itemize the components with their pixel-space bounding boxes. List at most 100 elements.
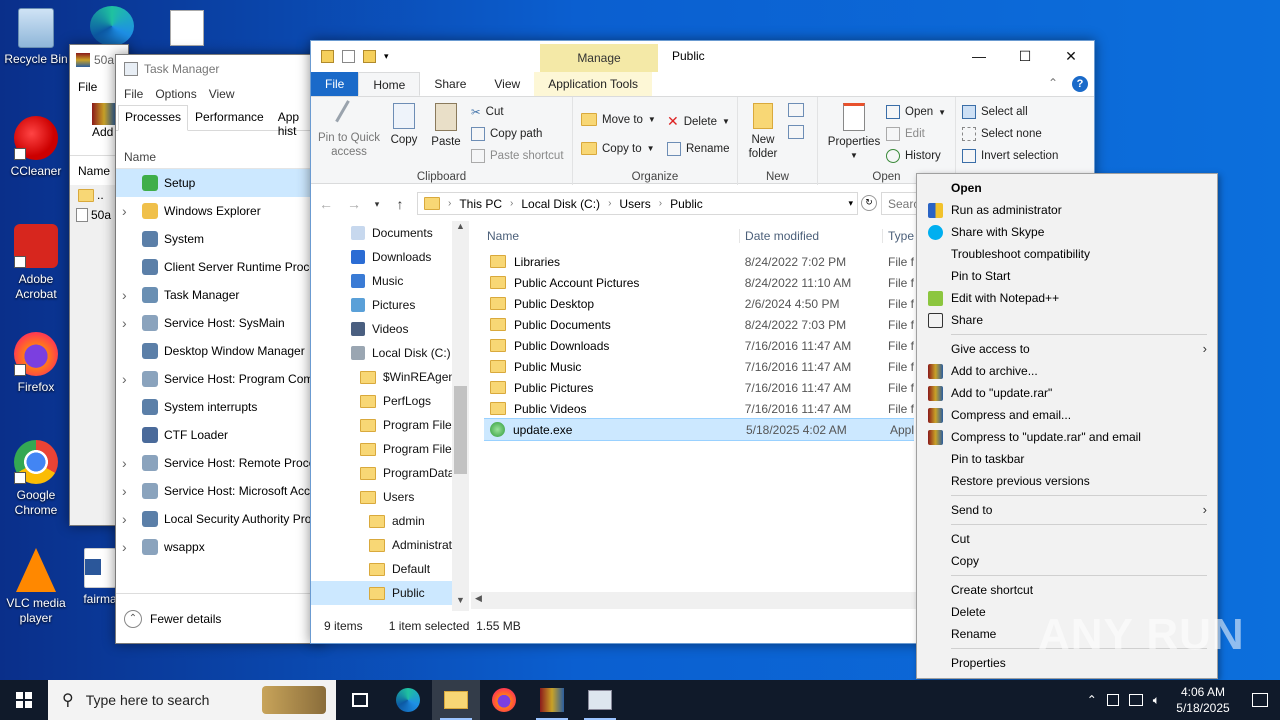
- tab-home[interactable]: Home: [358, 72, 421, 96]
- nav-item[interactable]: Music: [311, 269, 469, 293]
- nav-scrollbar[interactable]: ▲ ▼: [452, 221, 469, 611]
- copy-button[interactable]: Copy: [387, 103, 421, 147]
- nav-item[interactable]: ProgramData: [311, 461, 469, 485]
- task-view-button[interactable]: [336, 680, 384, 720]
- refresh-icon[interactable]: ↻: [861, 195, 877, 211]
- menu-item-send-to[interactable]: Send to ›: [917, 499, 1217, 521]
- menu-item-give-access-to[interactable]: Give access to ›: [917, 338, 1217, 360]
- nav-item[interactable]: Program Files: [311, 437, 469, 461]
- nav-item[interactable]: Users: [311, 485, 469, 509]
- collapse-ribbon-icon[interactable]: ⌃: [1048, 76, 1058, 92]
- desktop-icon-vlc[interactable]: VLC media player: [0, 548, 72, 626]
- menu-options[interactable]: Options: [155, 87, 196, 101]
- nav-item[interactable]: Downloads: [311, 245, 469, 269]
- process-row[interactable]: › Local Security Authority Pro: [116, 505, 324, 533]
- help-icon[interactable]: ?: [1072, 76, 1088, 92]
- menu-item-pin-to-taskbar[interactable]: Pin to taskbar: [917, 448, 1217, 470]
- process-row[interactable]: System interrupts: [116, 393, 324, 421]
- column-header-date[interactable]: Date modified: [739, 229, 882, 243]
- new-folder-button[interactable]: New folder: [746, 103, 780, 161]
- file-row[interactable]: Public Music 7/16/2016 11:47 AM File f: [484, 356, 914, 377]
- breadcrumb-local-disk[interactable]: Local Disk (C:): [521, 197, 600, 211]
- task-manager-window[interactable]: Task Manager File Options View Processes…: [115, 54, 325, 644]
- process-row[interactable]: › Service Host: Microsoft Acc: [116, 477, 324, 505]
- process-row[interactable]: › Task Manager: [116, 281, 324, 309]
- nav-item[interactable]: admin: [311, 509, 469, 533]
- taskbar-firefox[interactable]: [480, 680, 528, 720]
- scroll-left-arrow[interactable]: ◀: [475, 593, 482, 604]
- desktop-icon-recycle-bin[interactable]: Recycle Bin: [0, 8, 72, 67]
- task-manager-titlebar[interactable]: Task Manager: [116, 55, 324, 83]
- menu-item-open[interactable]: Open: [917, 177, 1217, 199]
- nav-item[interactable]: PerfLogs: [311, 389, 469, 413]
- nav-item[interactable]: Default: [311, 557, 469, 581]
- image-file-icon[interactable]: [170, 10, 204, 46]
- menu-view[interactable]: View: [209, 87, 235, 101]
- customize-quick-access-icon[interactable]: ▾: [384, 51, 389, 62]
- copy-path-button[interactable]: Copy path: [471, 127, 542, 141]
- winrar-add-button[interactable]: Add: [92, 125, 113, 139]
- process-row[interactable]: System: [116, 225, 324, 253]
- move-to-button[interactable]: Move to ▼: [581, 113, 656, 126]
- process-row[interactable]: › Windows Explorer: [116, 197, 324, 225]
- expand-chevron-icon[interactable]: ›: [122, 315, 142, 331]
- column-header-type[interactable]: Type: [881, 229, 914, 243]
- expand-chevron-icon[interactable]: ›: [122, 455, 142, 471]
- edit-button[interactable]: Edit: [886, 127, 925, 141]
- menu-item-add-to-update-rar[interactable]: Add to "update.rar": [917, 382, 1217, 404]
- file-row[interactable]: Public Documents 8/24/2022 7:03 PM File f: [484, 314, 914, 335]
- process-row[interactable]: Desktop Window Manager: [116, 337, 324, 365]
- taskbar-winrar[interactable]: [528, 680, 576, 720]
- desktop-icon-firefox[interactable]: Firefox: [0, 332, 72, 395]
- expand-chevron-icon[interactable]: ›: [122, 511, 142, 527]
- process-row[interactable]: CTF Loader: [116, 421, 324, 449]
- column-header-name[interactable]: Name: [484, 229, 739, 243]
- up-arrow-icon[interactable]: ↑: [391, 196, 409, 212]
- menu-item-troubleshoot-compatibility[interactable]: Troubleshoot compatibility: [917, 243, 1217, 265]
- file-row[interactable]: Public Desktop 2/6/2024 4:50 PM File f: [484, 293, 914, 314]
- file-row[interactable]: update.exe 5/18/2025 4:02 AM Appl: [484, 418, 914, 441]
- expand-chevron-icon[interactable]: ›: [122, 539, 142, 555]
- process-row[interactable]: › Service Host: Program Com: [116, 365, 324, 393]
- start-button[interactable]: [0, 680, 48, 720]
- scroll-thumb[interactable]: [454, 386, 467, 474]
- close-button[interactable]: ✕: [1048, 41, 1094, 72]
- process-row[interactable]: › Service Host: Remote Proce: [116, 449, 324, 477]
- process-row[interactable]: › Service Host: SysMain: [116, 309, 324, 337]
- winrar-row-item[interactable]: 50a: [91, 208, 111, 222]
- taskbar-file-explorer[interactable]: [432, 680, 480, 720]
- expand-chevron-icon[interactable]: ›: [122, 483, 142, 499]
- breadcrumb-this-pc[interactable]: This PC: [459, 197, 502, 211]
- process-row[interactable]: Setup: [116, 169, 324, 197]
- properties-button[interactable]: Properties ▼: [826, 103, 882, 163]
- properties-quick-icon[interactable]: [342, 50, 355, 63]
- breadcrumb-public[interactable]: Public: [670, 197, 703, 211]
- nav-item[interactable]: Program Files: [311, 413, 469, 437]
- invert-selection-button[interactable]: Invert selection: [962, 149, 1058, 163]
- file-row[interactable]: Public Downloads 7/16/2016 11:47 AM File f: [484, 335, 914, 356]
- open-button[interactable]: Open ▼: [886, 105, 946, 119]
- nav-item[interactable]: Public: [311, 581, 469, 605]
- expand-chevron-icon[interactable]: ›: [122, 203, 142, 219]
- device-icon[interactable]: [1106, 694, 1119, 706]
- new-item-icon[interactable]: [788, 103, 804, 117]
- minimize-button[interactable]: —: [956, 41, 1002, 72]
- breadcrumb-users[interactable]: Users: [619, 197, 650, 211]
- menu-item-pin-to-start[interactable]: Pin to Start: [917, 265, 1217, 287]
- explorer-titlebar[interactable]: ▾ Manage Public — ☐ ✕: [311, 41, 1094, 72]
- menu-item-run-as-administrator[interactable]: Run as administrator: [917, 199, 1217, 221]
- manage-contextual-tab[interactable]: Manage: [540, 44, 658, 72]
- winrar-row-up[interactable]: ..: [97, 188, 104, 202]
- menu-item-compress-to-update-rar-and-email[interactable]: Compress to "update.rar" and email: [917, 426, 1217, 448]
- notifications-icon[interactable]: [1252, 693, 1268, 707]
- taskbar-search-box[interactable]: ⚲ Type here to search: [48, 680, 336, 720]
- process-row[interactable]: Client Server Runtime Proce: [116, 253, 324, 281]
- menu-item-restore-previous-versions[interactable]: Restore previous versions: [917, 470, 1217, 492]
- easy-access-icon[interactable]: [788, 125, 804, 139]
- tab-share[interactable]: Share: [420, 72, 480, 96]
- tab-performance[interactable]: Performance: [188, 105, 271, 130]
- menu-item-copy[interactable]: Copy: [917, 550, 1217, 572]
- menu-item-cut[interactable]: Cut: [917, 528, 1217, 550]
- taskbar-edge[interactable]: [384, 680, 432, 720]
- taskbar-task-manager[interactable]: [576, 680, 624, 720]
